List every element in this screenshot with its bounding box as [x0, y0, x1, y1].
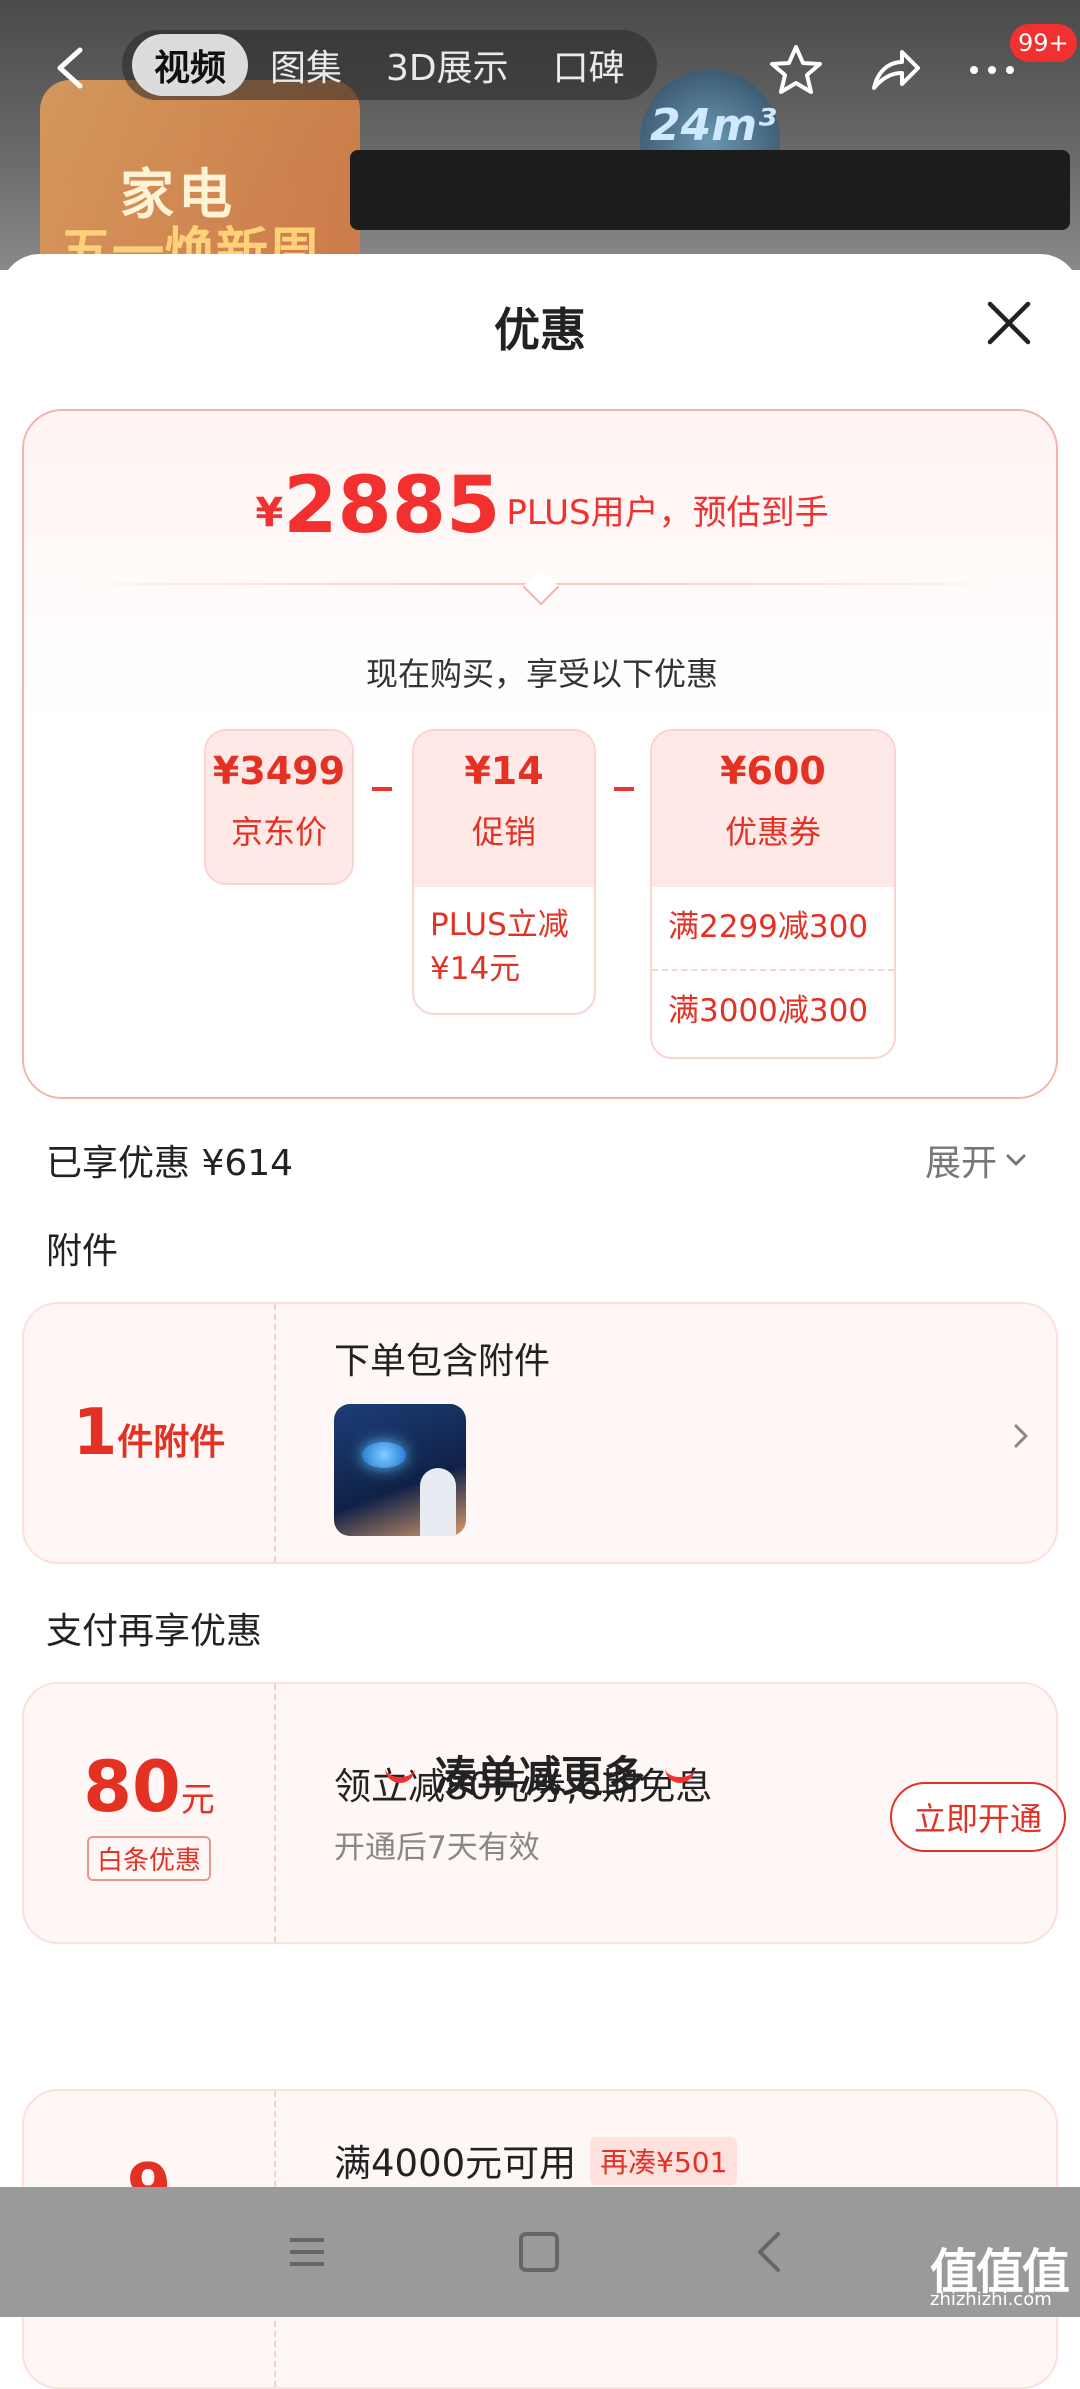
- payment-offer-amount: 80元 白条优惠: [24, 1684, 276, 1942]
- accessory-info: 下单包含附件: [314, 1304, 1056, 1562]
- more-discount-title: 凑单减更多: [434, 1752, 645, 1801]
- stove-flame-graphic: [362, 1442, 406, 1468]
- sheet-title: 优惠: [494, 303, 586, 357]
- estimated-price-currency: ¥: [255, 490, 284, 536]
- share-icon: [872, 50, 920, 90]
- accessory-thumbnail: [334, 1404, 466, 1536]
- baitiao-tag: 白条优惠: [86, 1835, 211, 1881]
- price-item-coupon: ¥600 优惠券 满2299减300 满3000减300: [650, 729, 896, 1059]
- accessory-title: 下单包含附件: [334, 1341, 551, 1382]
- back-button[interactable]: [40, 38, 100, 98]
- tab-gallery[interactable]: 图集: [248, 34, 364, 96]
- price-item-name: 促销: [471, 813, 536, 851]
- bundle-offer-condition-row: 满4000元可用 再凑¥501: [334, 2133, 738, 2187]
- price-item-promo: ¥14 促销 PLUS立减 ¥14元: [412, 729, 596, 1015]
- close-icon: [987, 301, 1031, 345]
- price-item-name: 优惠券: [724, 813, 821, 851]
- price-item-name: 京东价: [230, 813, 327, 851]
- accessory-count-unit: 件附件: [117, 1422, 226, 1463]
- smile-left-icon: [384, 1767, 415, 1783]
- recent-apps-icon[interactable]: [280, 2225, 334, 2279]
- home-square-icon[interactable]: [512, 2225, 566, 2279]
- more-discount-heading: 凑单减更多: [0, 1743, 1080, 1804]
- back-arrow-icon: [57, 47, 83, 89]
- bundle-offer-condition: 满4000元可用: [334, 2142, 577, 2185]
- accessory-count-number: 1: [72, 1396, 118, 1470]
- chevron-down-icon: [1006, 1154, 1026, 1166]
- close-button[interactable]: [982, 296, 1036, 350]
- tab-reviews[interactable]: 口碑: [531, 34, 647, 96]
- payment-offer-subtitle: 开通后7天有效: [334, 1830, 540, 1866]
- discount-sheet: 优惠 ¥2885 PLUS用户，预估到手 现在购买，享受以下优惠 ¥3499 京东…: [0, 254, 1080, 2389]
- minus-sign: [372, 787, 392, 791]
- price-breakdown-card: ¥2885 PLUS用户，预估到手 现在购买，享受以下优惠 ¥3499 京东价 ¥…: [22, 409, 1058, 1099]
- payment-offer-card: 80元 白条优惠 领立减80元券,6期免息 开通后7天有效 立即开通: [22, 1682, 1066, 1944]
- detail-line: ¥14元: [430, 951, 521, 987]
- payment-offer-info: 领立减80元券,6期免息 开通后7天有效 立即开通: [314, 1684, 1066, 1942]
- share-button[interactable]: [862, 38, 926, 102]
- star-icon: [770, 45, 822, 94]
- minus-sign: [614, 787, 634, 791]
- media-tabs: 视频 图集 3D展示 口碑: [122, 30, 657, 100]
- estimated-price-label: PLUS用户，预估到手: [506, 493, 829, 533]
- expand-button[interactable]: 展开: [925, 1134, 1029, 1186]
- person-graphic: [420, 1468, 456, 1536]
- buy-now-text: 现在购买，享受以下优惠: [365, 655, 718, 693]
- price-item-amount: ¥14: [464, 749, 544, 793]
- enjoyed-discount: 已享优惠 ¥614: [46, 1143, 294, 1184]
- chevron-right-icon: [1014, 1424, 1028, 1448]
- price-item-detail: PLUS立减 ¥14元: [414, 887, 594, 1007]
- price-item-jd: ¥3499 京东价: [204, 729, 354, 885]
- system-nav-bar: [0, 2187, 1080, 2317]
- message-count-badge: 99+: [1010, 24, 1077, 62]
- accessory-count: 1件附件: [24, 1304, 276, 1562]
- accessory-section-label: 附件: [46, 1231, 119, 1272]
- divider-notch: [522, 568, 560, 606]
- tab-video[interactable]: 视频: [132, 34, 249, 96]
- back-triangle-icon[interactable]: [744, 2225, 798, 2279]
- tab-3d[interactable]: 3D展示: [364, 34, 531, 96]
- watermark-url: zhizhizhi.com: [930, 2289, 1052, 2310]
- coupon-rule: 满2299减300: [668, 909, 869, 945]
- accessory-card[interactable]: 1件附件 下单包含附件: [22, 1302, 1058, 1564]
- price-item-amount: ¥3499: [212, 749, 346, 793]
- favorite-button[interactable]: [764, 38, 828, 102]
- coupon-rule: 满3000减300: [668, 993, 869, 1029]
- bundle-remaining-tag: 再凑¥501: [590, 2137, 738, 2185]
- estimated-price-amount: 2885: [283, 461, 501, 551]
- smile-right-icon: [665, 1767, 695, 1783]
- expand-label: 展开: [925, 1143, 998, 1184]
- payment-section-label: 支付再享优惠: [46, 1611, 263, 1652]
- top-bar: 视频 图集 3D展示 口碑 99+: [0, 0, 1080, 130]
- detail-line: PLUS立减: [430, 907, 569, 943]
- estimated-price: ¥2885 PLUS用户，预估到手: [24, 461, 1060, 551]
- price-item-amount: ¥600: [720, 749, 826, 793]
- range-hood-graphic: [350, 150, 1070, 230]
